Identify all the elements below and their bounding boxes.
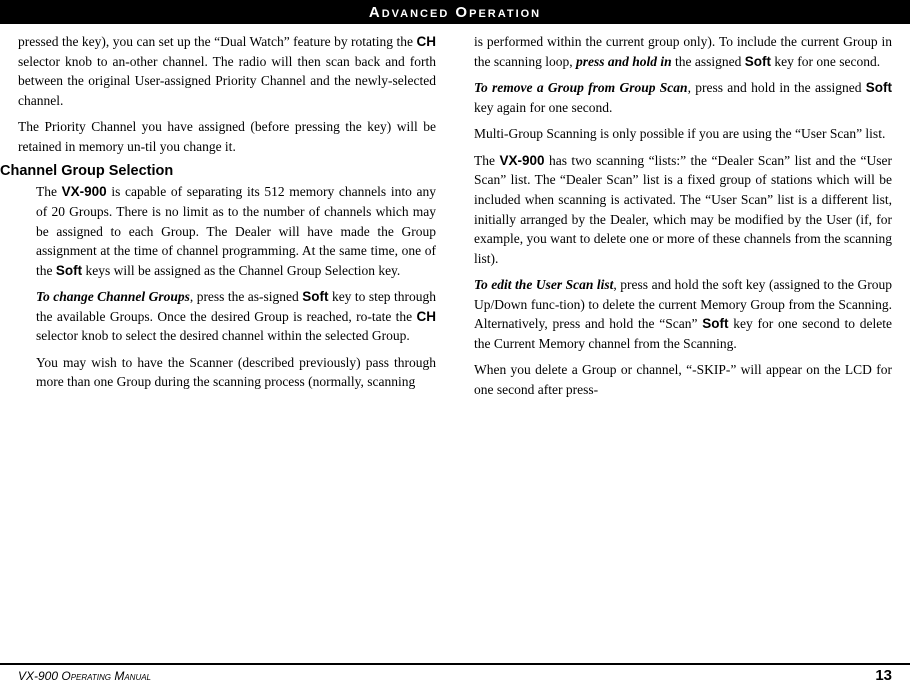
right-p1-bold-italic: press and hold in — [576, 54, 672, 69]
footer-left: VX-900 Operating Manual — [18, 669, 151, 683]
left-p4-soft: Soft — [302, 289, 328, 304]
left-p4-italic: To change Channel Groups — [36, 289, 190, 304]
right-p6-text: When you delete a Group or channel, “-SK… — [474, 362, 892, 397]
right-p2-end: key again for one second. — [474, 100, 612, 115]
right-column: is performed within the current group on… — [466, 32, 892, 659]
left-p1-ch: CH — [417, 34, 437, 49]
right-p5-italic: To edit the User Scan list — [474, 277, 613, 292]
right-p1-soft: Soft — [745, 54, 771, 69]
left-p3-model: VX-900 — [62, 184, 107, 199]
footer-page-number: 13 — [875, 667, 892, 684]
right-para-2: To remove a Group from Group Scan, press… — [474, 78, 892, 117]
right-p2-soft: Soft — [866, 80, 892, 95]
left-p3-soft: Soft — [56, 263, 82, 278]
right-p2-italic: To remove a Group from Group Scan — [474, 80, 688, 95]
right-p1-end: key for one second. — [771, 54, 880, 69]
left-p5-text: You may wish to have the Scanner (descri… — [36, 355, 436, 390]
header-title: Advanced Operation — [369, 4, 541, 21]
left-p1-rest: selector knob to an-other channel. The r… — [18, 54, 436, 108]
right-p5-soft: Soft — [702, 316, 728, 331]
left-para-1: pressed the key), you can set up the “Du… — [18, 32, 436, 110]
left-para-2: The Priority Channel you have assigned (… — [18, 117, 436, 156]
left-para-5: You may wish to have the Scanner (descri… — [36, 353, 436, 392]
right-p4-model: VX-900 — [499, 153, 544, 168]
left-p4-end: selector knob to select the desired chan… — [36, 328, 410, 343]
right-p2-rest: , press and hold in the assigned — [688, 80, 866, 95]
left-p3-end: keys will be assigned as the Channel Gro… — [82, 263, 400, 278]
left-p4-ch: CH — [417, 309, 437, 324]
page-header: Advanced Operation — [0, 0, 910, 24]
right-para-3: Multi-Group Scanning is only possible if… — [474, 124, 892, 144]
left-column: pressed the key), you can set up the “Du… — [18, 32, 444, 659]
page-container: Advanced Operation pressed the key), you… — [0, 0, 910, 686]
right-para-5: To edit the User Scan list, press and ho… — [474, 275, 892, 353]
right-p1-rest: the assigned — [672, 54, 745, 69]
page-footer: VX-900 Operating Manual 13 — [0, 664, 910, 686]
left-p4-rest: , press the as-signed — [190, 289, 302, 304]
content-area: pressed the key), you can set up the “Du… — [0, 24, 910, 663]
section-heading-text: Channel Group Selection — [0, 163, 173, 179]
right-p3-text: Multi-Group Scanning is only possible if… — [474, 126, 885, 141]
right-para-4: The VX-900 has two scanning “lists:” the… — [474, 151, 892, 268]
right-para-6: When you delete a Group or channel, “-SK… — [474, 360, 892, 399]
left-p3-start: The — [36, 184, 62, 199]
left-para-3: The VX-900 is capable of separating its … — [36, 182, 436, 280]
left-para-4: To change Channel Groups, press the as-s… — [36, 287, 436, 346]
right-p4-rest: has two scanning “lists:” the “Dealer Sc… — [474, 153, 892, 266]
right-p4-start: The — [474, 153, 499, 168]
left-p1-text1: pressed the key), you can set up the “Du… — [18, 34, 417, 49]
right-para-1: is performed within the current group on… — [474, 32, 892, 71]
left-p2-text: The Priority Channel you have assigned (… — [18, 119, 436, 154]
channel-group-selection-heading: Channel Group Selection — [0, 163, 436, 179]
